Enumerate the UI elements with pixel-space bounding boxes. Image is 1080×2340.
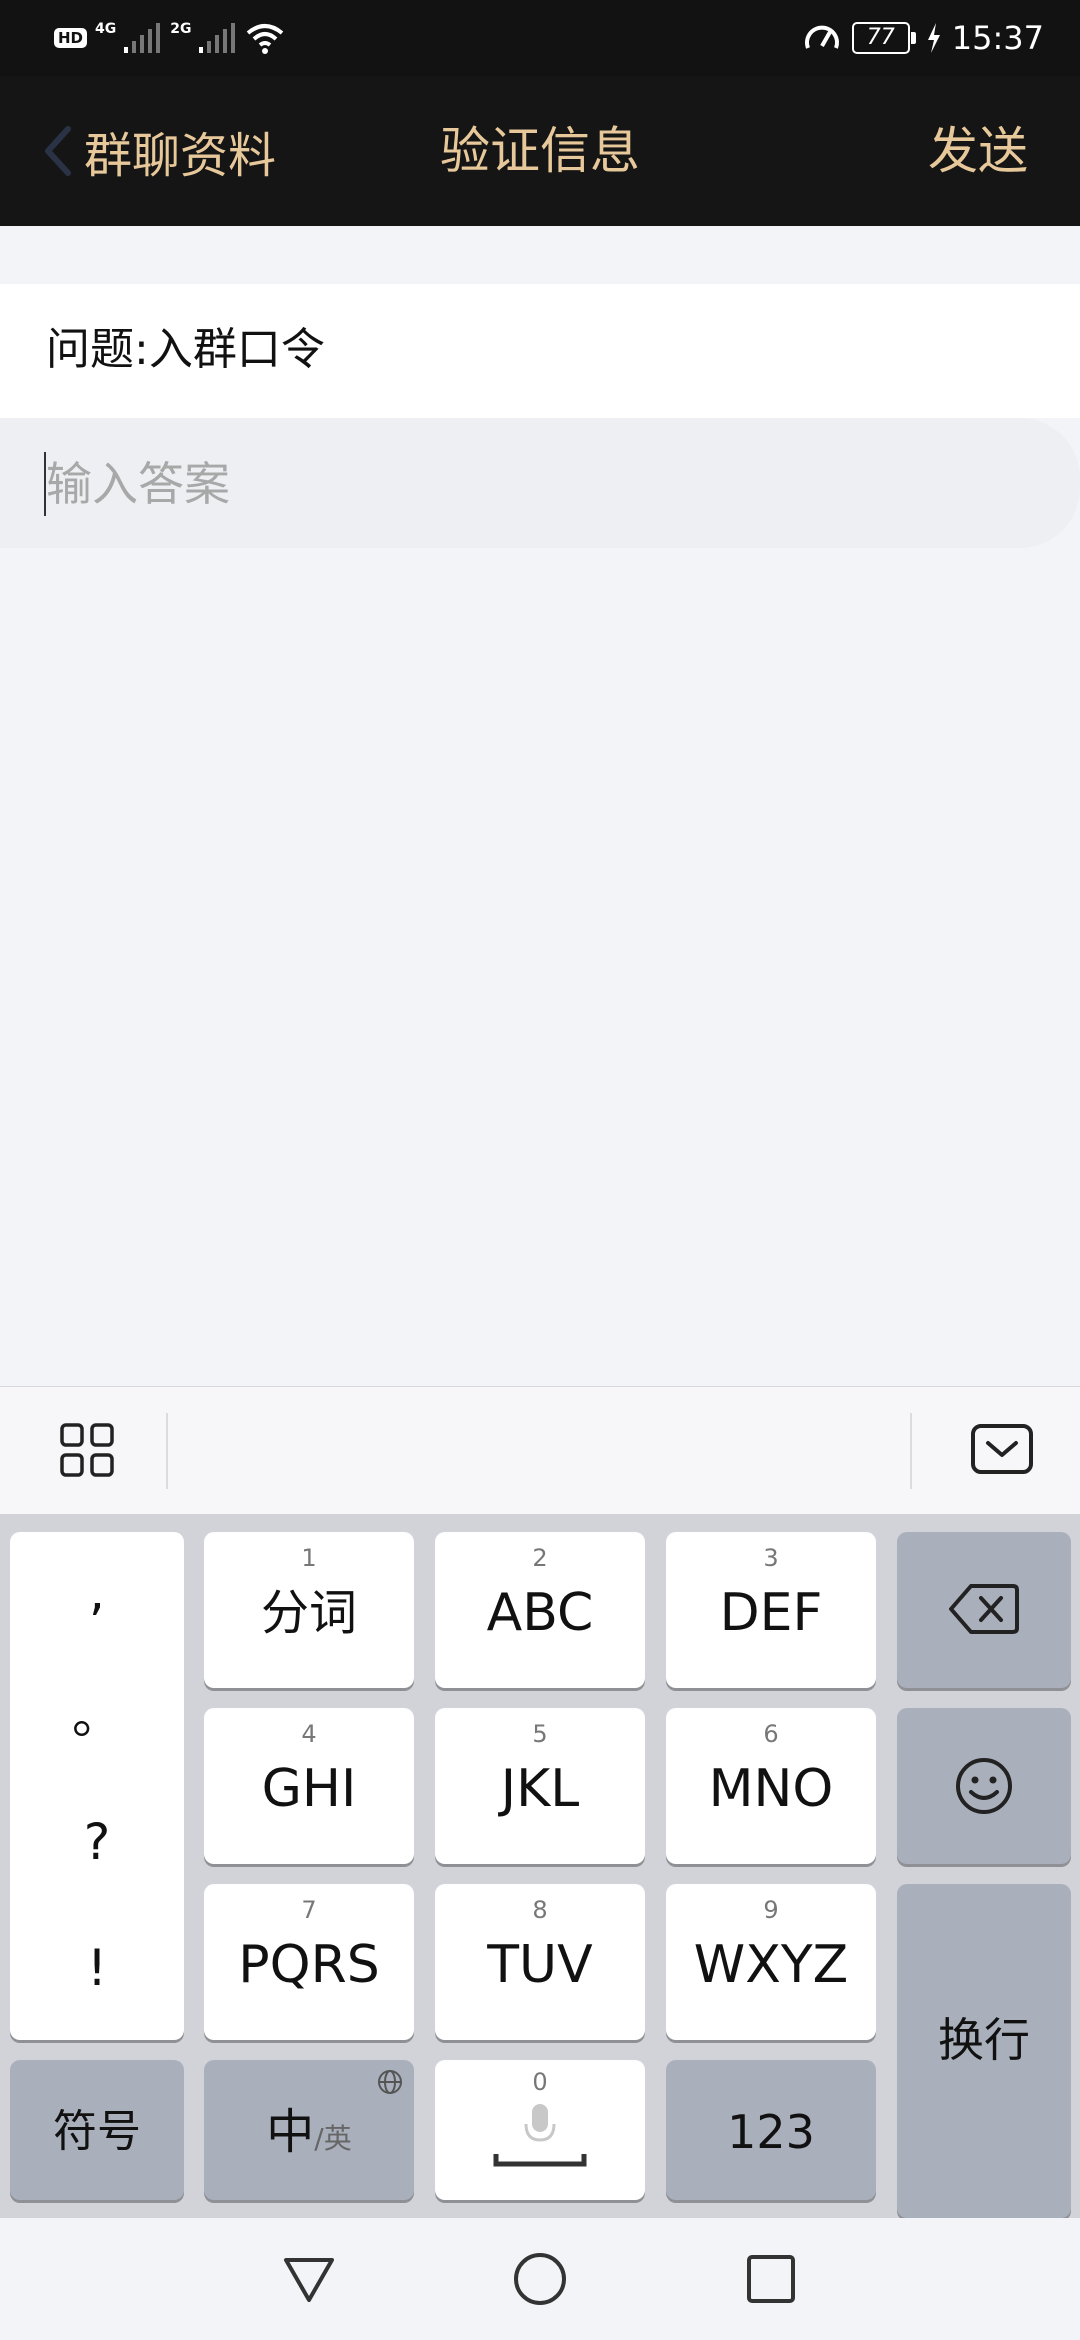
key-6[interactable]: 6 MNO <box>666 1708 876 1864</box>
navigation-bar <box>0 2218 1080 2340</box>
hd-badge: HD <box>54 28 88 48</box>
keyboard-toolbar <box>0 1386 1080 1515</box>
key-number: 6 <box>763 1720 779 1748</box>
answer-field[interactable] <box>0 418 1080 548</box>
question-row: 问题:入群口令 <box>0 284 1080 418</box>
network-type-1: 4G <box>95 21 117 37</box>
key-1[interactable]: 1 分词 <box>204 1532 414 1688</box>
symbols-label: 符号 <box>53 2106 141 2157</box>
signal-icon <box>124 23 161 53</box>
status-right: 77 15:37 <box>802 14 1044 62</box>
toolbar-divider-left <box>166 1413 168 1489</box>
network-type-2: 2G <box>170 21 192 37</box>
send-button[interactable]: 发送 <box>928 118 1028 184</box>
punct-exclaim[interactable]: ! <box>10 1938 184 1998</box>
key-9[interactable]: 9 WXYZ <box>666 1884 876 2040</box>
key-number: 2 <box>532 1544 548 1572</box>
keyboard: , 。 ? ! 1 分词 2 ABC 3 DEF 4 GHI 5 JKL 6 M… <box>0 1514 1080 2218</box>
numbers-label: 123 <box>727 2105 815 2159</box>
space-key[interactable]: 0 <box>435 2060 645 2200</box>
signal-icon-2 <box>199 23 236 53</box>
clock: 15:37 <box>951 19 1044 57</box>
key-number: 5 <box>532 1720 548 1748</box>
language-label: 中/英 <box>204 2102 414 2173</box>
app-header: 群聊资料 验证信息 发送 <box>0 76 1080 226</box>
key-number: 4 <box>301 1720 317 1748</box>
key-8[interactable]: 8 TUV <box>435 1884 645 2040</box>
numbers-key[interactable]: 123 <box>666 2060 876 2200</box>
key-4[interactable]: 4 GHI <box>204 1708 414 1864</box>
key-label: WXYZ <box>693 1935 849 1995</box>
question-text: 问题:入群口令 <box>46 324 325 375</box>
key-number: 9 <box>763 1896 779 1924</box>
emoji-icon <box>956 1758 1012 1814</box>
toolbar-divider-right <box>910 1413 912 1489</box>
recents-square-icon[interactable] <box>742 2250 800 2308</box>
space-number: 0 <box>532 2068 548 2096</box>
globe-icon <box>378 2070 402 2094</box>
keyboard-hide-icon[interactable] <box>970 1423 1034 1477</box>
page-title: 验证信息 <box>440 122 640 180</box>
key-3[interactable]: 3 DEF <box>666 1532 876 1688</box>
key-label: MNO <box>708 1759 834 1819</box>
battery-indicator: 77 <box>851 22 916 54</box>
punct-question[interactable]: ? <box>10 1812 184 1872</box>
status-bar: HD 4G 2G 77 15:37 <box>0 0 1080 76</box>
key-label: 分词 <box>260 1585 357 1641</box>
punctuation-column[interactable]: , 。 ? ! <box>10 1532 184 2040</box>
charging-icon <box>927 23 940 53</box>
emoji-key[interactable] <box>897 1708 1071 1864</box>
symbols-key[interactable]: 符号 <box>10 2060 184 2200</box>
punct-period[interactable]: 。 <box>10 1686 184 1746</box>
delete-key[interactable] <box>897 1532 1071 1688</box>
key-number: 8 <box>532 1896 548 1924</box>
key-number: 7 <box>301 1896 317 1924</box>
status-left: HD 4G 2G <box>54 20 285 56</box>
key-label: TUV <box>487 1935 593 1995</box>
key-number: 3 <box>763 1544 779 1572</box>
language-switch-key[interactable]: 中/英 <box>204 2060 414 2200</box>
key-label: GHI <box>261 1759 357 1819</box>
text-cursor <box>44 452 46 516</box>
key-5[interactable]: 5 JKL <box>435 1708 645 1864</box>
key-label: DEF <box>719 1583 823 1643</box>
language-main: 中 <box>266 2104 315 2160</box>
key-7[interactable]: 7 PQRS <box>204 1884 414 2040</box>
answer-input[interactable] <box>44 448 1028 520</box>
language-alt: /英 <box>314 2122 352 2155</box>
grid-icon[interactable] <box>60 1423 116 1479</box>
key-number: 1 <box>301 1544 317 1572</box>
enter-label: 换行 <box>938 2013 1030 2067</box>
wifi-icon <box>247 24 284 54</box>
enter-key[interactable]: 换行 <box>897 1884 1071 2218</box>
punct-comma[interactable]: , <box>10 1562 184 1622</box>
speed-gauge-icon <box>804 25 839 49</box>
backspace-icon <box>949 1584 1019 1634</box>
microphone-icon <box>493 2104 587 2167</box>
key-label: JKL <box>500 1759 580 1819</box>
key-label: PQRS <box>238 1935 380 1995</box>
key-2[interactable]: 2 ABC <box>435 1532 645 1688</box>
key-label: ABC <box>486 1583 594 1643</box>
back-triangle-icon[interactable] <box>280 2250 338 2308</box>
home-circle-icon[interactable] <box>511 2250 569 2308</box>
